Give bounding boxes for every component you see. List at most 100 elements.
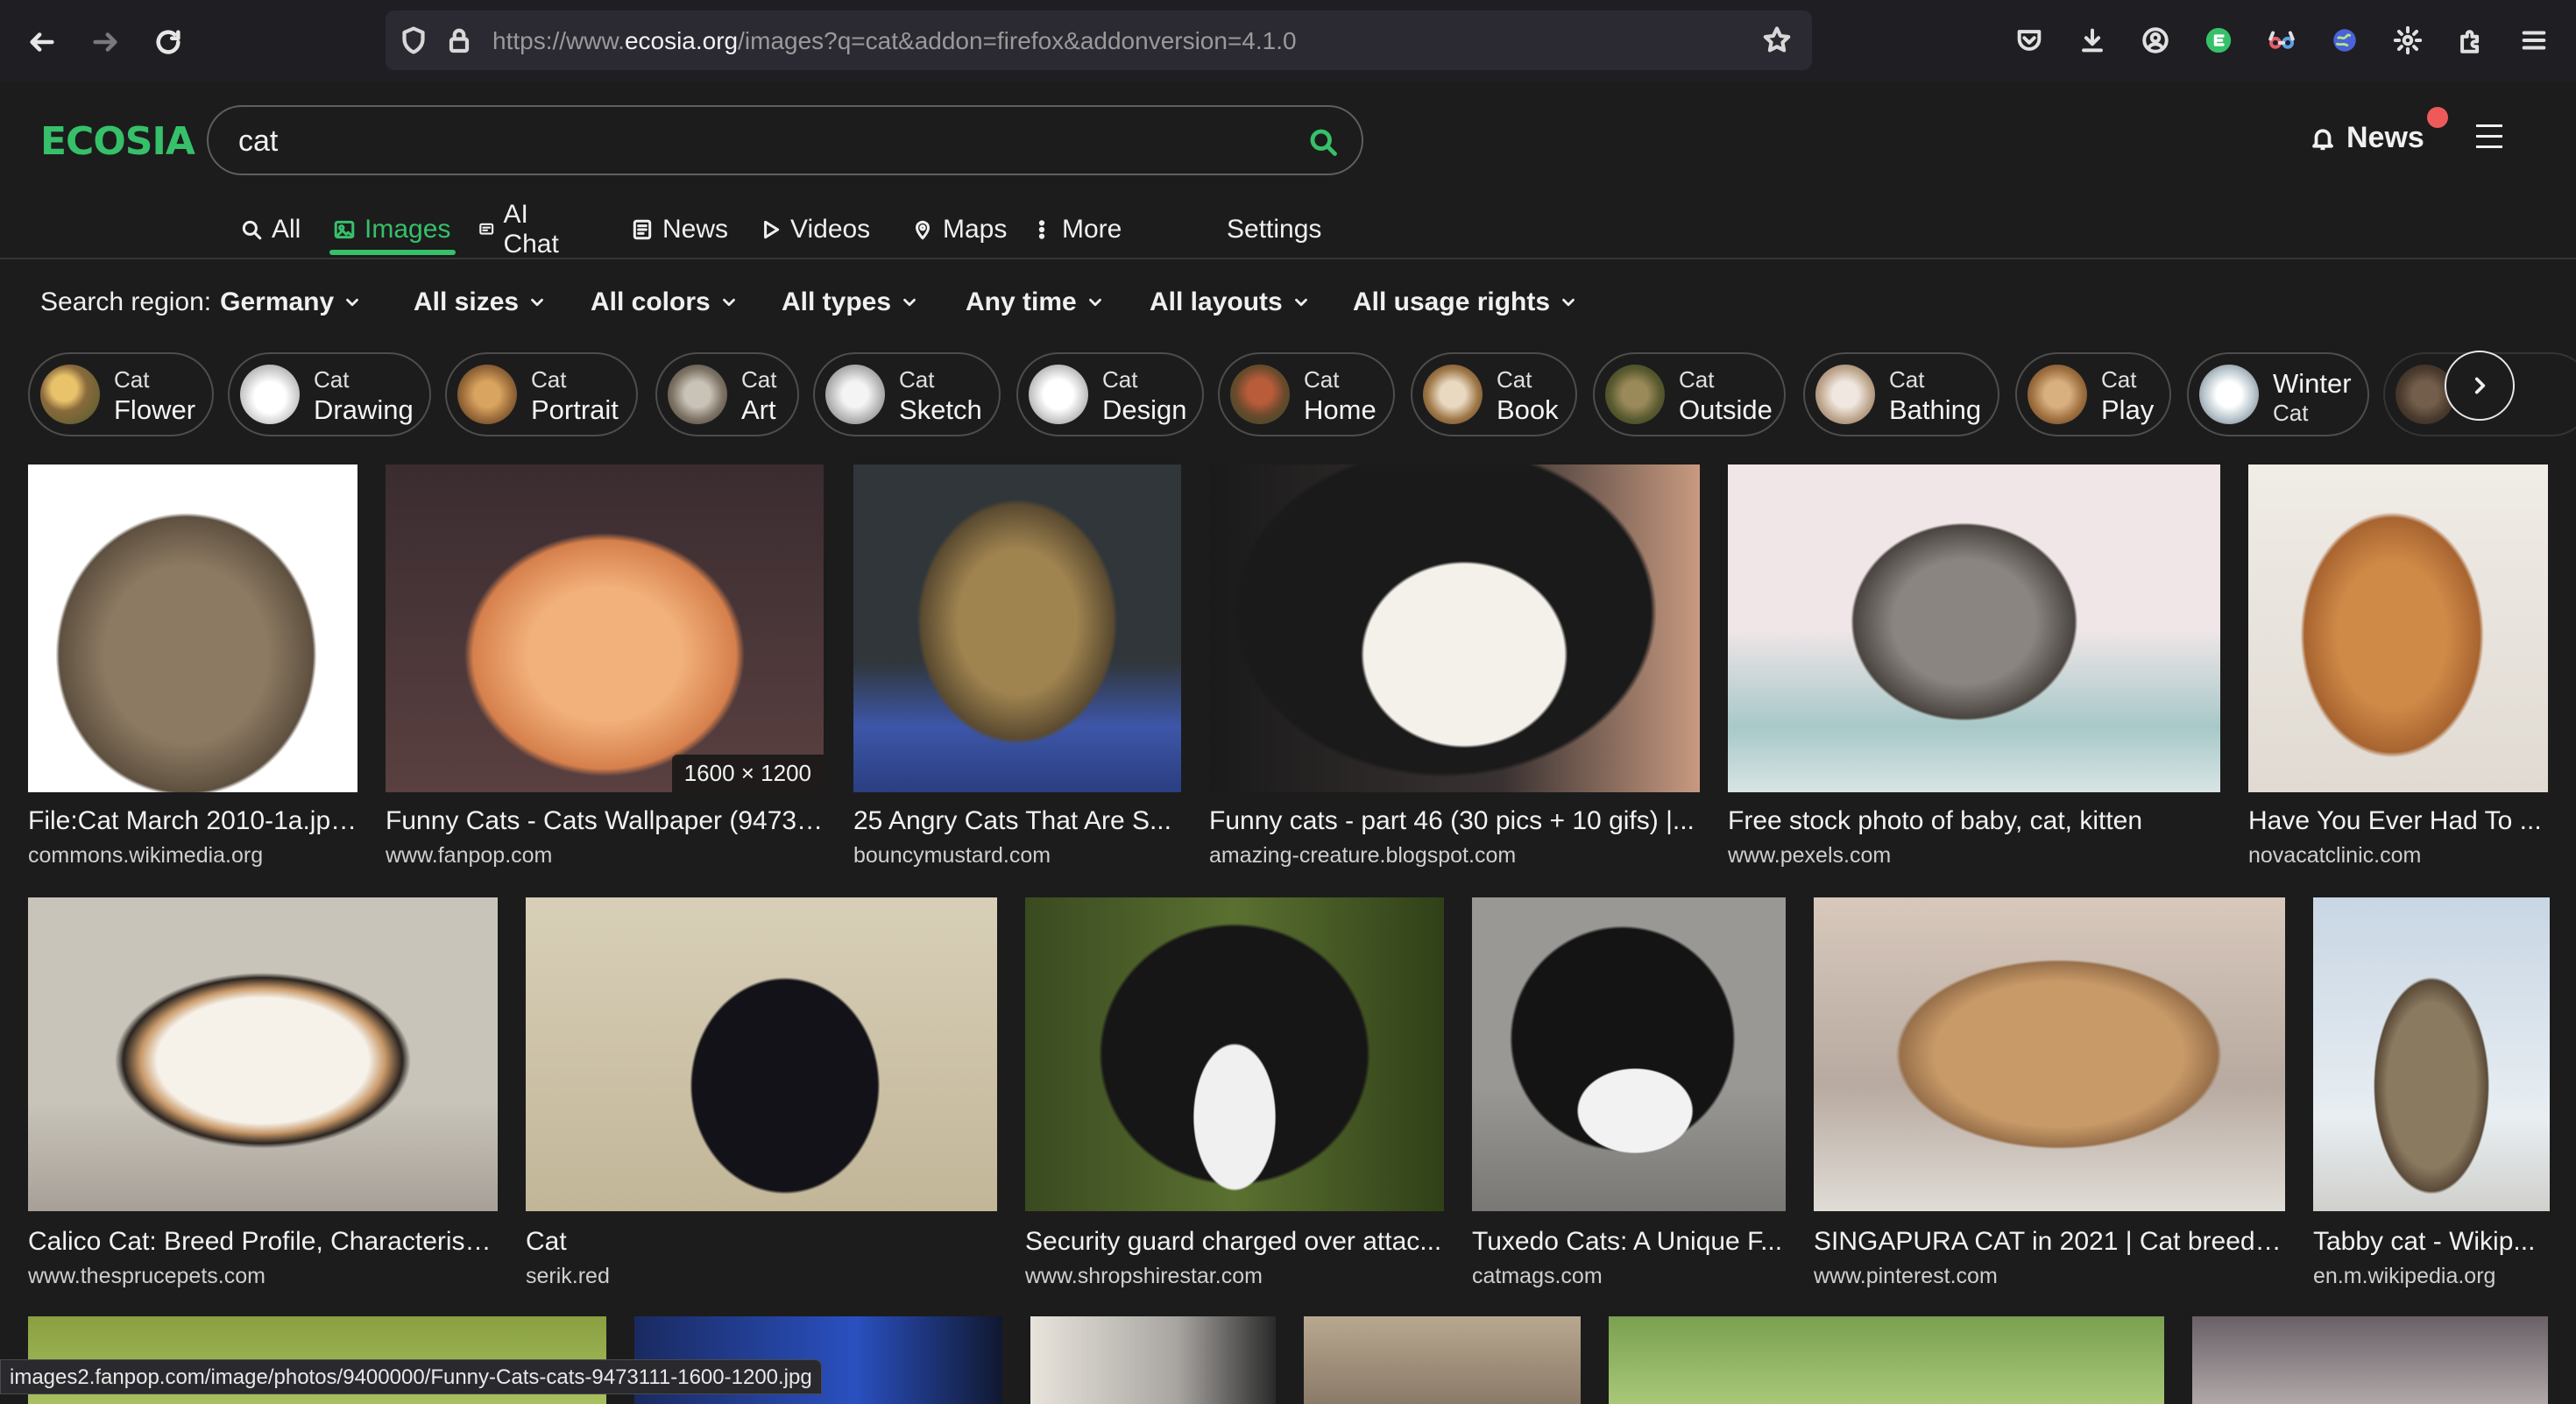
shield-icon[interactable] xyxy=(398,25,429,56)
color-filter[interactable]: All colors xyxy=(591,287,739,317)
image-result[interactable]: 1600 × 1200 Funny Cats - Cats Wallpaper … xyxy=(386,464,824,876)
ecosia-logo[interactable]: ECOSIA xyxy=(40,119,195,164)
result-thumbnail[interactable] xyxy=(1728,464,2220,792)
menu-button[interactable] xyxy=(2476,124,2520,156)
tab-videos[interactable]: Videos xyxy=(759,200,870,259)
result-thumbnail[interactable] xyxy=(2192,1316,2548,1404)
region-filter[interactable]: Search region: Germany xyxy=(40,287,362,317)
image-result[interactable]: Funny cats - part 46 (30 pics + 10 gifs)… xyxy=(1209,464,1700,876)
result-title[interactable]: Calico Cat: Breed Profile, Characteristi… xyxy=(28,1227,498,1257)
ecosia-extension-icon[interactable] xyxy=(2201,23,2236,58)
type-filter[interactable]: All types xyxy=(782,287,919,317)
image-result[interactable]: Cat serik.red xyxy=(526,897,997,1318)
back-button[interactable] xyxy=(21,21,63,63)
chip-cat-outside[interactable]: Cat Outside xyxy=(1593,352,1786,436)
result-domain[interactable]: serik.red xyxy=(526,1264,610,1289)
result-title[interactable]: 25 Angry Cats That Are S... xyxy=(853,806,1181,836)
result-domain[interactable]: en.m.wikipedia.org xyxy=(2313,1264,2495,1289)
reload-button[interactable] xyxy=(147,21,189,63)
chip-cat-portrait[interactable]: Cat Portrait xyxy=(445,352,638,436)
search-input[interactable]: cat xyxy=(207,105,1363,175)
image-result[interactable]: Tuxedo Cats: A Unique F... catmags.com xyxy=(1472,897,1786,1318)
chip-cat-flower[interactable]: Cat Flower xyxy=(28,352,214,436)
tab-ai-chat[interactable]: AI Chat xyxy=(478,200,565,259)
chip-cat-sketch[interactable]: Cat Sketch xyxy=(813,352,1001,436)
result-domain[interactable]: catmags.com xyxy=(1472,1264,1603,1289)
result-domain[interactable]: www.fanpop.com xyxy=(386,843,552,869)
chip-cat-art[interactable]: Cat Art xyxy=(655,352,799,436)
app-menu-icon[interactable] xyxy=(2516,23,2551,58)
image-result[interactable]: Security guard charged over attac... www… xyxy=(1025,897,1444,1318)
search-icon[interactable] xyxy=(1307,126,1339,158)
forward-button[interactable] xyxy=(84,21,126,63)
image-result[interactable]: Have You Ever Had To ... novacatclinic.c… xyxy=(2248,464,2548,876)
result-thumbnail[interactable] xyxy=(2248,464,2548,792)
result-domain[interactable]: commons.wikimedia.org xyxy=(28,843,263,869)
chip-winter-cat[interactable]: Winter Cat xyxy=(2187,352,2369,436)
result-thumbnail[interactable] xyxy=(28,464,357,792)
usage-rights-filter[interactable]: All usage rights xyxy=(1353,287,1578,317)
result-title[interactable]: Funny cats - part 46 (30 pics + 10 gifs)… xyxy=(1209,806,1700,836)
tab-all[interactable]: All xyxy=(240,200,301,259)
layout-filter[interactable]: All layouts xyxy=(1150,287,1311,317)
result-title[interactable]: Have You Ever Had To ... xyxy=(2248,806,2548,836)
result-title[interactable]: Tuxedo Cats: A Unique F... xyxy=(1472,1227,1786,1257)
chip-cat-bathing[interactable]: Cat Bathing xyxy=(1803,352,1999,436)
chip-cat-book[interactable]: Cat Book xyxy=(1411,352,1577,436)
result-domain[interactable]: www.pexels.com xyxy=(1728,843,1891,869)
result-thumbnail[interactable] xyxy=(1209,464,1700,792)
result-thumbnail[interactable] xyxy=(2313,897,2550,1211)
chip-cat-design[interactable]: Cat Design xyxy=(1016,352,1204,436)
search-query[interactable]: cat xyxy=(238,124,278,159)
result-thumbnail[interactable] xyxy=(526,897,997,1211)
image-result[interactable]: File:Cat March 2010-1a.jpg... commons.wi… xyxy=(28,464,357,876)
time-filter[interactable]: Any time xyxy=(966,287,1105,317)
image-result[interactable]: 25 Angry Cats That Are S... bouncymustar… xyxy=(853,464,1181,876)
result-thumbnail[interactable] xyxy=(1304,1316,1581,1404)
settings-gear-extension-icon[interactable] xyxy=(2390,23,2425,58)
result-title[interactable]: SINGAPURA CAT in 2021 | Cat breeds, ... xyxy=(1814,1227,2285,1257)
result-domain[interactable]: amazing-creature.blogspot.com xyxy=(1209,843,1516,869)
tab-news[interactable]: News xyxy=(631,200,728,259)
address-bar[interactable]: https://www.ecosia.org/images?q=cat&addo… xyxy=(386,11,1812,70)
result-domain[interactable]: www.shropshirestar.com xyxy=(1025,1264,1263,1289)
tab-settings[interactable]: Settings xyxy=(1227,200,1321,259)
chip-cat-drawing[interactable]: Cat Drawing xyxy=(228,352,431,436)
result-title[interactable]: File:Cat March 2010-1a.jpg... xyxy=(28,806,357,836)
glasses-extension-icon[interactable] xyxy=(2264,23,2299,58)
result-title[interactable]: Cat xyxy=(526,1227,997,1257)
result-thumbnail[interactable] xyxy=(853,464,1181,792)
result-title[interactable]: Funny Cats - Cats Wallpaper (94731... xyxy=(386,806,824,836)
image-result[interactable]: Free stock photo of baby, cat, kitten ww… xyxy=(1728,464,2220,876)
result-domain[interactable]: novacatclinic.com xyxy=(2248,843,2421,869)
result-title[interactable]: Security guard charged over attac... xyxy=(1025,1227,1444,1257)
tab-maps[interactable]: Maps xyxy=(911,200,1007,259)
result-thumbnail[interactable] xyxy=(1609,1316,2164,1404)
bookmark-star-icon[interactable] xyxy=(1761,25,1793,56)
account-icon[interactable] xyxy=(2138,23,2173,58)
extensions-puzzle-icon[interactable] xyxy=(2453,23,2488,58)
image-result[interactable]: Tabby cat - Wikip... en.m.wikipedia.org xyxy=(2313,897,2550,1318)
result-thumbnail[interactable] xyxy=(1814,897,2285,1211)
pocket-icon[interactable] xyxy=(2012,23,2047,58)
result-domain[interactable]: www.thesprucepets.com xyxy=(28,1264,265,1289)
image-result[interactable]: Calico Cat: Breed Profile, Characteristi… xyxy=(28,897,498,1318)
news-button[interactable]: News xyxy=(2310,121,2424,155)
download-icon[interactable] xyxy=(2075,23,2110,58)
globe-extension-icon[interactable] xyxy=(2327,23,2362,58)
chips-next-button[interactable] xyxy=(2445,351,2515,421)
result-thumbnail[interactable]: 1600 × 1200 xyxy=(386,464,824,792)
size-filter[interactable]: All sizes xyxy=(414,287,547,317)
image-result[interactable]: SINGAPURA CAT in 2021 | Cat breeds, ... … xyxy=(1814,897,2285,1318)
chip-cat-play[interactable]: Cat Play xyxy=(2015,352,2171,436)
chip-cat-home[interactable]: Cat Home xyxy=(1218,352,1395,436)
result-title[interactable]: Tabby cat - Wikip... xyxy=(2313,1227,2550,1257)
lock-icon[interactable] xyxy=(443,25,475,56)
url-text[interactable]: https://www.ecosia.org/images?q=cat&addo… xyxy=(492,27,1297,55)
result-thumbnail[interactable] xyxy=(1030,1316,1276,1404)
result-domain[interactable]: bouncymustard.com xyxy=(853,843,1051,869)
result-domain[interactable]: www.pinterest.com xyxy=(1814,1264,1998,1289)
result-title[interactable]: Free stock photo of baby, cat, kitten xyxy=(1728,806,2220,836)
result-thumbnail[interactable] xyxy=(1472,897,1786,1211)
tab-more[interactable]: More xyxy=(1030,200,1122,259)
